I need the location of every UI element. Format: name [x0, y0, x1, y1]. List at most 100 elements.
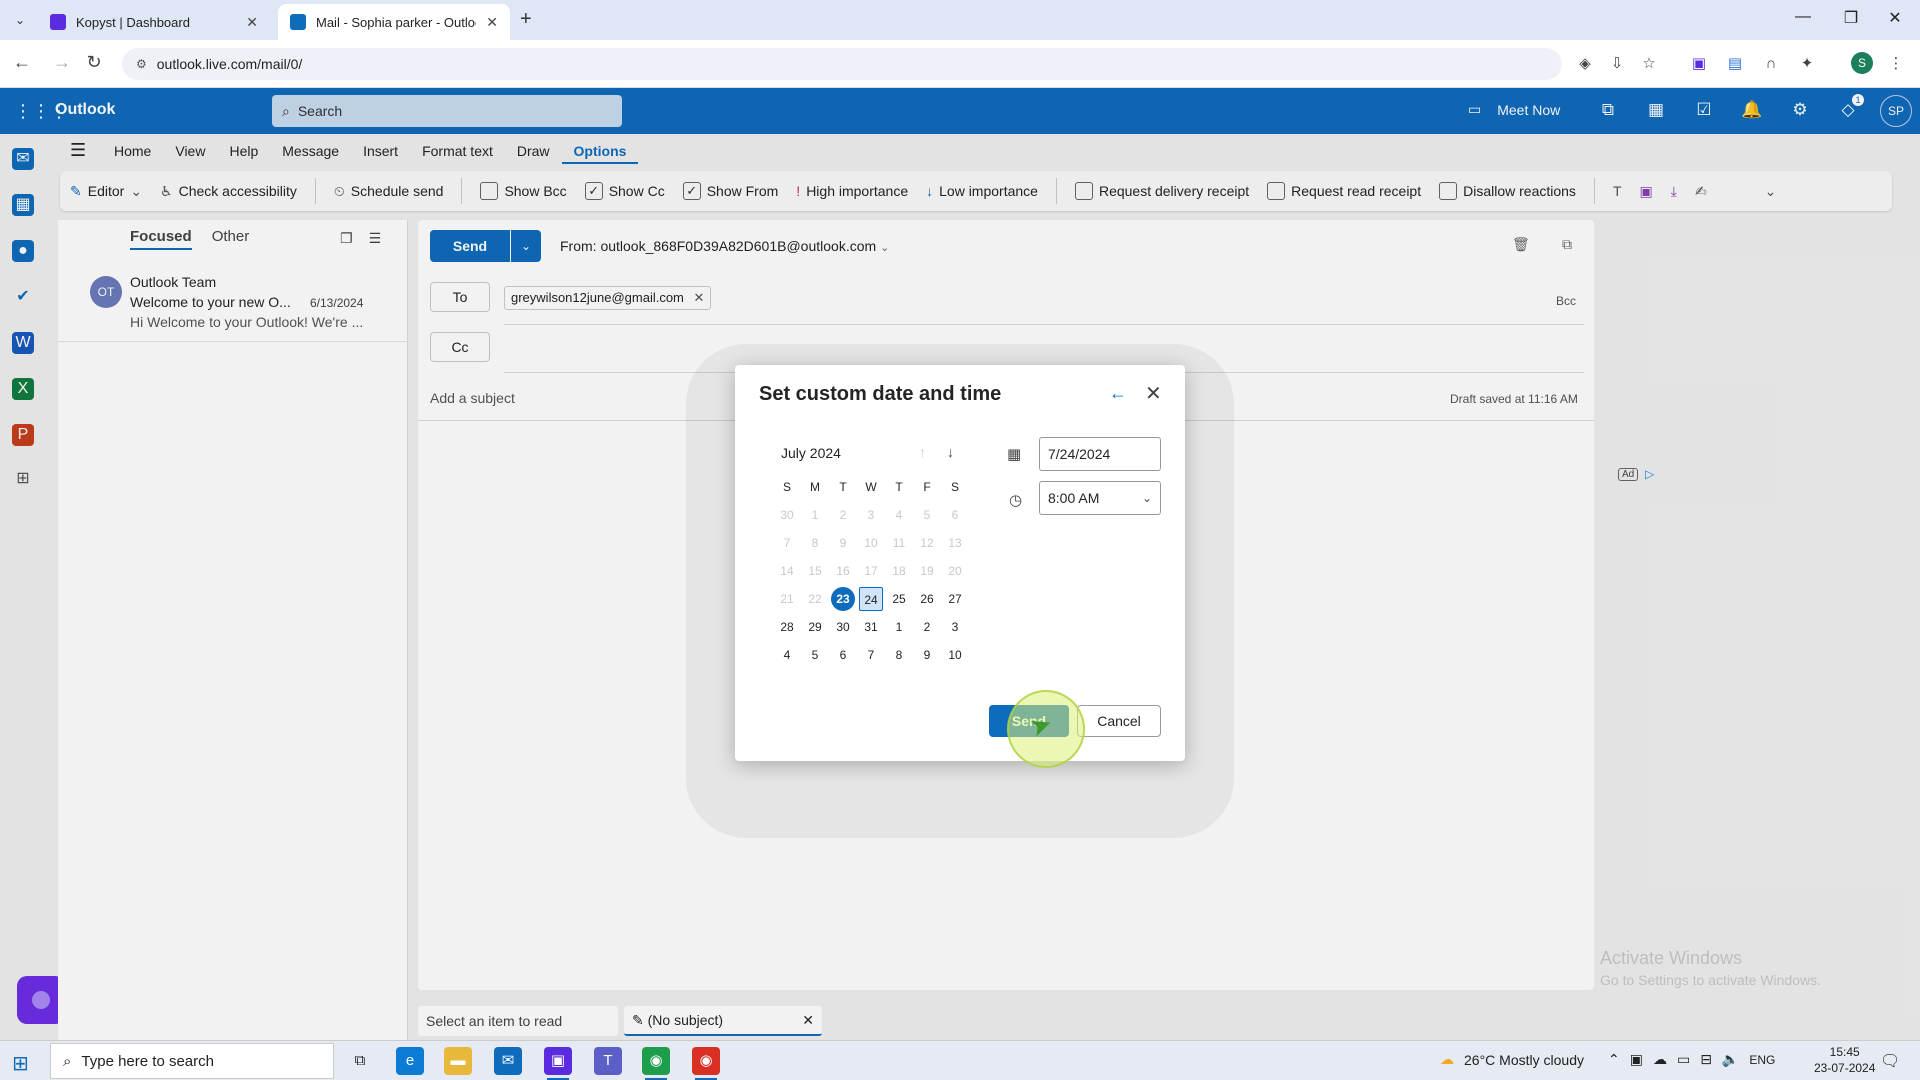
calendar-day[interactable]: 26 [915, 587, 939, 611]
calendar-day[interactable]: 24 [859, 587, 883, 611]
browser-tab-kopyst[interactable]: Kopyst | Dashboard ✕ [38, 4, 270, 40]
bookmark-star-icon[interactable]: ☆ [1639, 54, 1659, 74]
weather-label[interactable]: 26°C Mostly cloudy [1464, 1052, 1584, 1068]
extensions-puzzle-icon[interactable]: ✦ [1797, 54, 1817, 74]
minimize-icon[interactable]: — [1780, 8, 1826, 26]
tracking-icon[interactable]: ◈ [1575, 54, 1595, 74]
kopyst-app-icon[interactable]: ▣ [544, 1047, 572, 1075]
weekday-header: T [895, 480, 903, 494]
weekday-header: W [865, 480, 877, 494]
taskbar-search-placeholder: Type here to search [81, 1052, 214, 1070]
calendar-day[interactable]: 7 [859, 643, 883, 667]
install-app-icon[interactable]: ⇩ [1607, 54, 1627, 74]
window-close-icon[interactable]: ✕ [1872, 8, 1918, 28]
network-icon[interactable]: ⊟ [1700, 1051, 1712, 1068]
tab-list-chevron-icon[interactable]: ⌄ [10, 10, 30, 30]
calendar-day: 8 [811, 536, 819, 550]
calendar-day: 22 [808, 592, 822, 606]
previous-month-arrow-icon[interactable]: ↑ [919, 444, 926, 460]
notification-center-icon[interactable]: 🗨 [1880, 1051, 1900, 1071]
calendar-day[interactable]: 8 [887, 643, 911, 667]
edge-icon[interactable]: e [396, 1047, 424, 1075]
new-tab-icon[interactable]: + [520, 8, 532, 31]
close-icon[interactable]: ✕ [486, 14, 498, 31]
calendar-day[interactable]: 31 [859, 615, 883, 639]
browser-menu-icon[interactable]: ⋮ [1886, 54, 1906, 74]
calendar-day[interactable]: 5 [803, 643, 827, 667]
calendar-day: 21 [780, 592, 794, 606]
calendar-day: 1 [811, 508, 819, 522]
calendar-day[interactable]: 3 [943, 615, 967, 639]
time-value: 8:00 AM [1048, 490, 1100, 506]
calendar-day: 18 [892, 564, 906, 578]
calendar-day: 9 [839, 536, 847, 550]
chevron-up-icon[interactable]: ⌃ [1608, 1051, 1620, 1068]
battery-icon[interactable]: ▭ [1677, 1051, 1690, 1068]
outlook-favicon-icon [290, 14, 306, 30]
calendar-day[interactable]: 2 [915, 615, 939, 639]
weekday-header: M [810, 480, 820, 494]
chevron-down-icon: ⌄ [1141, 491, 1152, 505]
calendar-day[interactable]: 9 [915, 643, 939, 667]
calendar-day[interactable]: 28 [775, 615, 799, 639]
back-icon[interactable]: ← [10, 52, 34, 73]
next-month-arrow-icon[interactable]: ↓ [947, 444, 954, 460]
back-arrow-icon[interactable]: ← [1109, 383, 1127, 404]
cloud-icon: ☁ [1440, 1051, 1454, 1067]
calendar-day[interactable]: 6 [831, 643, 855, 667]
chrome-icon[interactable]: ◉ [642, 1047, 670, 1075]
calendar-day[interactable]: 4 [775, 643, 799, 667]
dialog-title: Set custom date and time [759, 383, 1002, 405]
address-bar: ← → ↻ ⚙ outlook.live.com/mail/0/ ◈ ⇩ ☆ ▣… [0, 40, 1920, 88]
reload-icon[interactable]: ↻ [82, 52, 106, 73]
weekday-header: F [923, 480, 931, 494]
calendar-day: 7 [783, 536, 791, 550]
forward-icon[interactable]: → [50, 52, 74, 73]
calendar-day[interactable]: 1 [887, 615, 911, 639]
clock-icon: ◷ [1009, 492, 1023, 509]
calendar-icon: ▦ [1007, 446, 1022, 463]
volume-icon[interactable]: 🔈 [1722, 1051, 1739, 1068]
calendar-day[interactable]: 27 [943, 587, 967, 611]
calendar-day: 17 [864, 564, 878, 578]
app-tray-icon[interactable]: ▣ [1630, 1051, 1643, 1068]
task-view-icon[interactable]: ⧉ [346, 1047, 374, 1075]
calendar-day[interactable]: 25 [887, 587, 911, 611]
tab-title: Kopyst | Dashboard [76, 14, 190, 30]
calendar-day[interactable]: 29 [803, 615, 827, 639]
time-select[interactable]: 8:00 AM ⌄ [1039, 481, 1161, 515]
close-icon[interactable]: ✕ [1145, 381, 1162, 406]
chrome-profile-icon[interactable]: ◉ [692, 1047, 720, 1075]
custom-date-time-dialog: Set custom date and time ← ✕ July 2024 ↑… [735, 365, 1185, 761]
calendar-day[interactable]: 10 [943, 643, 967, 667]
onedrive-icon[interactable]: ☁ [1653, 1051, 1667, 1068]
taskbar-search-input[interactable]: ⌕ Type here to search [50, 1043, 334, 1079]
clock-date: 23-07-2024 [1814, 1061, 1876, 1075]
browser-tab-outlook[interactable]: Mail - Sophia parker - Outlook ✕ [278, 4, 510, 40]
url-field[interactable]: ⚙ outlook.live.com/mail/0/ [122, 48, 1562, 80]
file-explorer-icon[interactable]: ▬ [444, 1047, 472, 1075]
browser-profile-avatar[interactable]: S [1851, 52, 1873, 74]
calendar-day: 14 [780, 564, 794, 578]
mail-app-icon[interactable]: ✉ [494, 1047, 522, 1075]
kopyst-favicon-icon [50, 14, 66, 30]
calendar-day: 4 [895, 508, 903, 522]
taskbar-clock[interactable]: 15:45 23-07-2024 [1814, 1044, 1875, 1076]
restore-icon[interactable]: ❐ [1828, 8, 1874, 28]
calendar-day: 20 [948, 564, 962, 578]
extension-icon[interactable]: ▤ [1725, 54, 1745, 74]
date-input[interactable]: 7/24/2024 [1039, 437, 1161, 471]
calendar-day[interactable]: 23 [831, 587, 855, 611]
calendar-day: 19 [920, 564, 934, 578]
extension-2-icon[interactable]: ∩ [1761, 54, 1781, 74]
calendar-day: 5 [923, 508, 931, 522]
windows-start-icon[interactable]: ⊞ [12, 1051, 29, 1076]
dialog-cancel-button[interactable]: Cancel [1077, 705, 1161, 737]
site-info-icon[interactable]: ⚙ [136, 57, 147, 71]
teams-app-icon[interactable]: T [594, 1047, 622, 1075]
calendar-day[interactable]: 30 [831, 615, 855, 639]
kopyst-extension-icon[interactable]: ▣ [1689, 54, 1709, 74]
calendar-month[interactable]: July 2024 [781, 445, 841, 461]
language-label[interactable]: ENG [1749, 1053, 1775, 1067]
close-icon[interactable]: ✕ [246, 14, 258, 31]
